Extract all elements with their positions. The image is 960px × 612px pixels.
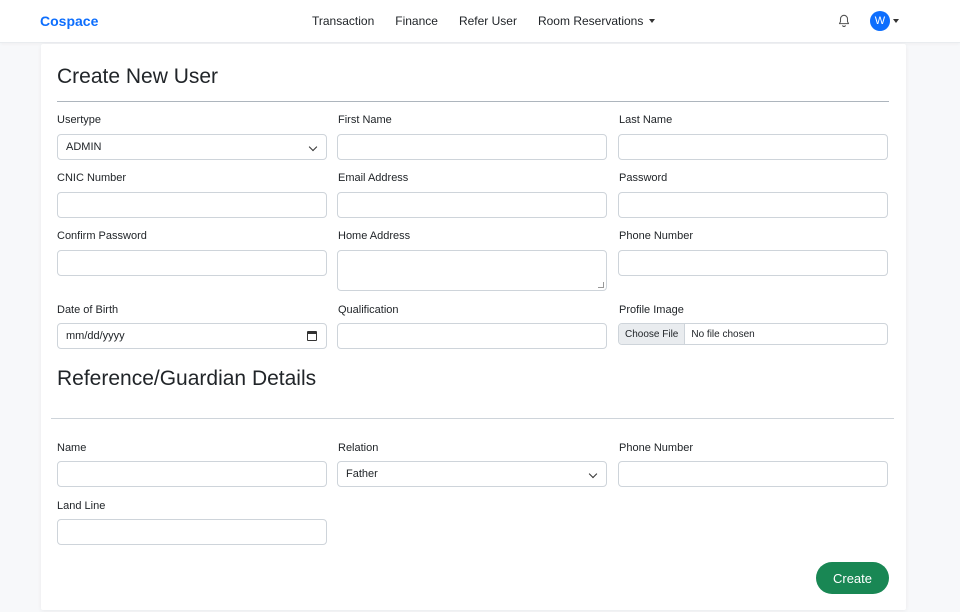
brand-logo[interactable]: Cospace <box>40 13 98 29</box>
email-label: Email Address <box>338 172 409 184</box>
home-address-label: Home Address <box>338 230 411 242</box>
qualification-input[interactable] <box>337 323 607 349</box>
nav-finance-label: Finance <box>395 14 438 28</box>
home-address-textarea[interactable] <box>337 250 607 291</box>
nav-transaction-label: Transaction <box>312 14 375 28</box>
guardian-name-input[interactable] <box>57 461 327 487</box>
nav-room-reservations[interactable]: Room Reservations <box>537 14 656 28</box>
nav-room-reservations-label: Room Reservations <box>537 14 644 28</box>
guardian-phone-input[interactable] <box>618 461 888 487</box>
guardian-name-label: Name <box>57 442 87 454</box>
top-navbar: Cospace Transaction Finance Refer User R… <box>0 0 960 43</box>
nav-refer-user[interactable]: Refer User <box>459 14 517 28</box>
nav-transaction[interactable]: Transaction <box>312 14 374 28</box>
avatar: W <box>870 11 890 31</box>
cnic-label: CNIC Number <box>57 172 127 184</box>
first-name-label: First Name <box>338 114 392 126</box>
guardian-phone-label: Phone Number <box>619 442 693 454</box>
confirm-password-label: Confirm Password <box>57 230 147 242</box>
profile-image-label: Profile Image <box>619 304 684 316</box>
land-line-input[interactable] <box>57 519 327 545</box>
phone-input[interactable] <box>618 250 888 276</box>
email-input[interactable] <box>337 192 607 218</box>
dob-placeholder: mm/dd/yyyy <box>66 330 125 342</box>
file-status: No file chosen <box>691 328 755 340</box>
bell-icon[interactable] <box>837 14 851 28</box>
create-button[interactable]: Create <box>816 562 889 594</box>
relation-value: Father <box>346 468 378 480</box>
qualification-label: Qualification <box>338 304 399 316</box>
usertype-label: Usertype <box>57 114 102 126</box>
profile-image-file-input[interactable]: Choose File No file chosen <box>618 323 888 345</box>
last-name-label: Last Name <box>619 114 673 126</box>
user-menu[interactable]: W <box>870 11 899 31</box>
calendar-icon[interactable] <box>307 331 317 341</box>
confirm-password-input[interactable] <box>57 250 327 276</box>
last-name-input[interactable] <box>618 134 888 160</box>
nav-finance[interactable]: Finance <box>395 14 438 28</box>
nav-refer-user-label: Refer User <box>458 14 517 28</box>
divider <box>51 418 894 419</box>
dob-label: Date of Birth <box>57 304 119 316</box>
land-line-label: Land Line <box>57 500 106 512</box>
divider <box>57 101 889 102</box>
choose-file-button[interactable]: Choose File <box>619 324 686 344</box>
first-name-input[interactable] <box>337 134 607 160</box>
chevron-down-icon <box>308 142 318 152</box>
resize-handle-icon[interactable] <box>598 282 604 288</box>
phone-label: Phone Number <box>619 230 693 242</box>
relation-select[interactable]: Father <box>337 461 607 487</box>
page-title: Create New User <box>57 65 219 88</box>
main-nav: Transaction Finance Refer User Room Rese… <box>312 14 676 28</box>
chevron-down-icon <box>588 469 598 479</box>
relation-label: Relation <box>338 442 379 454</box>
usertype-value: ADMIN <box>66 141 102 153</box>
password-label: Password <box>619 172 668 184</box>
dob-input[interactable]: mm/dd/yyyy <box>57 323 327 349</box>
cnic-input[interactable] <box>57 192 327 218</box>
password-input[interactable] <box>618 192 888 218</box>
chevron-down-icon <box>649 19 656 23</box>
section-title-guardian: Reference/Guardian Details <box>57 367 317 390</box>
chevron-down-icon <box>893 19 899 23</box>
usertype-select[interactable]: ADMIN <box>57 134 327 160</box>
